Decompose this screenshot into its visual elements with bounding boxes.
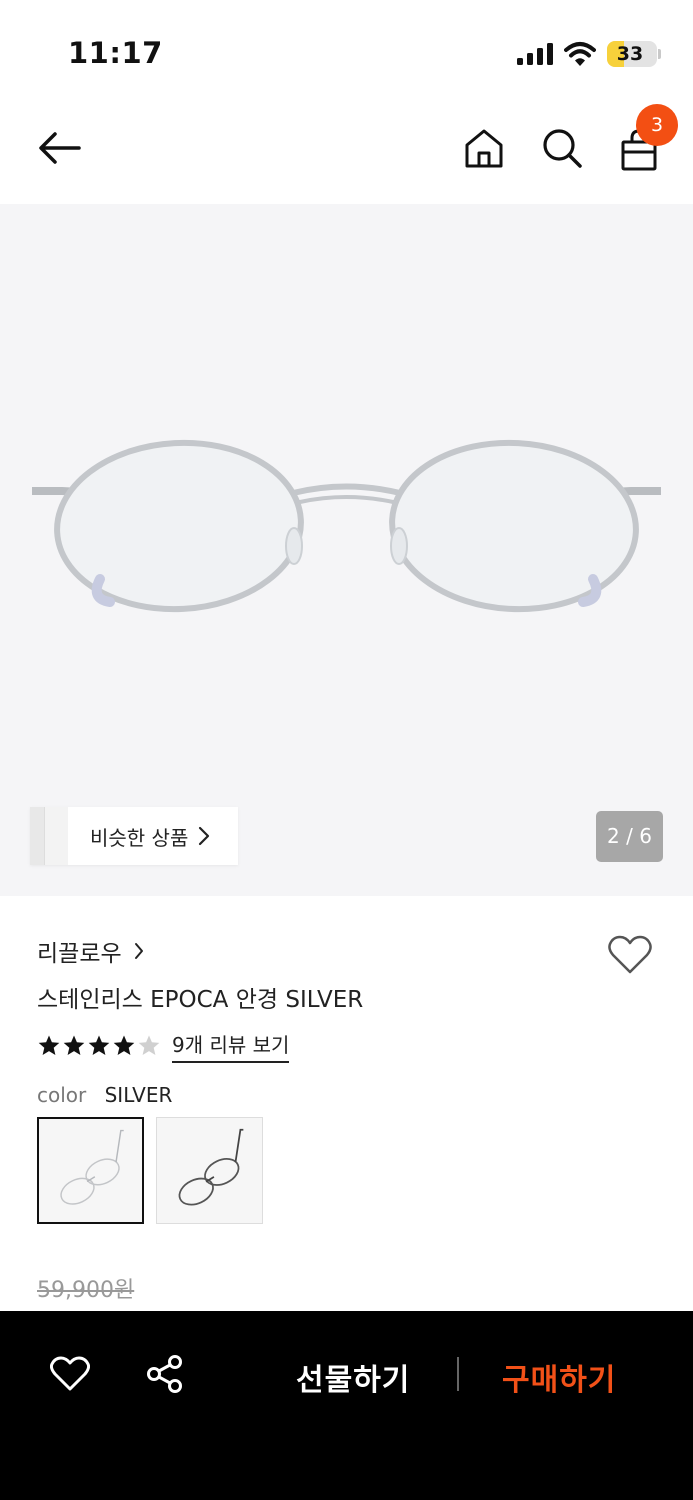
- color-selector-label: color SILVER: [37, 1083, 172, 1107]
- back-arrow-icon[interactable]: [34, 126, 84, 170]
- battery-icon: 33: [607, 41, 657, 67]
- gallery-page-indicator: 2 / 6: [596, 811, 663, 862]
- color-swatch-dark[interactable]: [156, 1117, 263, 1224]
- battery-level-text: 33: [616, 43, 644, 65]
- cart-count-badge: 3: [636, 104, 678, 146]
- similar-products-button[interactable]: 비슷한 상품: [30, 807, 238, 865]
- product-gallery[interactable]: 비슷한 상품 2 / 6: [0, 204, 693, 896]
- brand-link[interactable]: 리끌로우: [37, 934, 144, 968]
- cellular-signal-icon: [517, 43, 553, 65]
- wifi-icon: [564, 42, 596, 66]
- original-price: 59,900원: [37, 1278, 135, 1303]
- glasses-thumbnail-silver: [60, 1129, 124, 1205]
- status-time: 11:17: [68, 36, 163, 70]
- heart-icon[interactable]: [50, 1356, 90, 1392]
- color-swatch-silver[interactable]: [37, 1117, 144, 1224]
- search-icon[interactable]: [540, 126, 584, 170]
- product-title: 스테인리스 EPOCA 안경 SILVER: [37, 987, 364, 1013]
- bottom-bar-divider: [457, 1357, 459, 1391]
- star-filled-icon: [63, 1035, 85, 1055]
- gift-button[interactable]: 선물하기: [296, 1355, 410, 1399]
- reviews-link[interactable]: 9개 리뷰 보기: [172, 1029, 290, 1063]
- battery-nub: [658, 49, 661, 59]
- home-icon[interactable]: [462, 126, 506, 170]
- star-filled-icon: [88, 1035, 110, 1055]
- color-label: color: [37, 1083, 87, 1107]
- bottom-action-bar: 선물하기 구매하기: [0, 1311, 693, 1500]
- similar-products-label: 비슷한 상품: [90, 825, 189, 850]
- wishlist-heart-icon[interactable]: [607, 934, 653, 976]
- star-empty-icon: [138, 1035, 160, 1055]
- chevron-right-icon: [199, 826, 210, 846]
- buy-button[interactable]: 구매하기: [502, 1355, 616, 1399]
- brand-name: 리끌로우: [37, 941, 122, 967]
- chevron-right-icon: [134, 943, 143, 959]
- glasses-thumbnail-dark: [178, 1128, 244, 1206]
- star-filled-icon: [38, 1035, 60, 1055]
- top-nav: 3: [0, 100, 693, 204]
- selected-color-value: SILVER: [104, 1083, 173, 1107]
- similar-products-thumbnail: [30, 807, 68, 865]
- share-icon[interactable]: [146, 1355, 184, 1393]
- status-bar: 11:17 33: [0, 0, 693, 100]
- rating-row: 9개 리뷰 보기: [37, 1029, 290, 1063]
- glasses-product-image: [32, 439, 661, 613]
- star-filled-icon: [113, 1035, 135, 1055]
- rating-stars: [37, 1034, 162, 1058]
